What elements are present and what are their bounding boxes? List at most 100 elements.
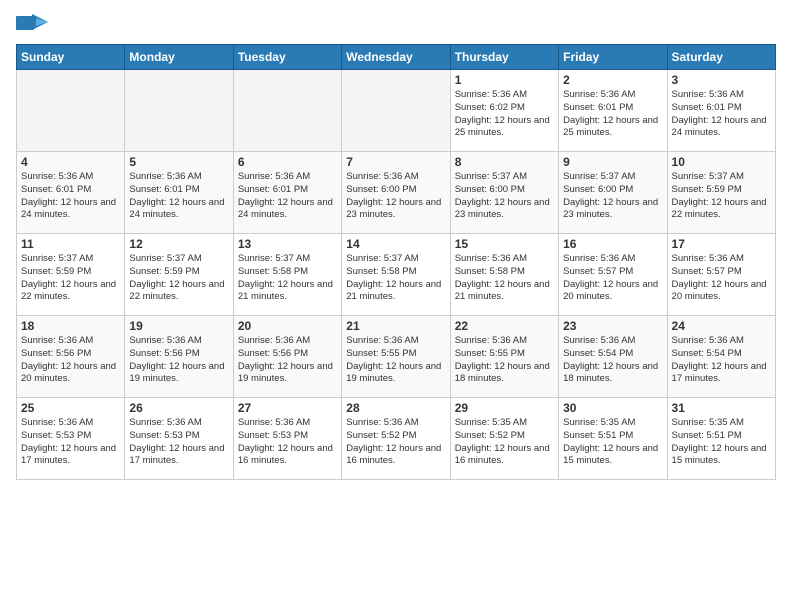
day-number: 1 <box>455 73 554 87</box>
day-info: Sunrise: 5:36 AMSunset: 6:02 PMDaylight:… <box>455 89 554 140</box>
logo-icon <box>16 12 48 38</box>
calendar-table: SundayMondayTuesdayWednesdayThursdayFrid… <box>16 44 776 480</box>
calendar-header-wednesday: Wednesday <box>342 45 450 70</box>
day-info: Sunrise: 5:36 AMSunset: 5:53 PMDaylight:… <box>129 417 228 468</box>
calendar-week-1: 1 Sunrise: 5:36 AMSunset: 6:02 PMDaylight… <box>17 70 776 152</box>
calendar-header-monday: Monday <box>125 45 233 70</box>
day-number: 28 <box>346 401 445 415</box>
calendar-cell: 6 Sunrise: 5:36 AMSunset: 6:01 PMDaylight… <box>233 152 341 234</box>
day-number: 2 <box>563 73 662 87</box>
calendar-cell: 30 Sunrise: 5:35 AMSunset: 5:51 PMDayligh… <box>559 398 667 480</box>
day-number: 29 <box>455 401 554 415</box>
calendar-cell: 20 Sunrise: 5:36 AMSunset: 5:56 PMDayligh… <box>233 316 341 398</box>
day-number: 15 <box>455 237 554 251</box>
day-number: 20 <box>238 319 337 333</box>
logo <box>16 12 50 38</box>
calendar-cell: 24 Sunrise: 5:36 AMSunset: 5:54 PMDayligh… <box>667 316 775 398</box>
day-info: Sunrise: 5:36 AMSunset: 5:57 PMDaylight:… <box>563 253 662 304</box>
calendar-header-row: SundayMondayTuesdayWednesdayThursdayFrid… <box>17 45 776 70</box>
day-info: Sunrise: 5:35 AMSunset: 5:51 PMDaylight:… <box>672 417 771 468</box>
day-info: Sunrise: 5:36 AMSunset: 5:56 PMDaylight:… <box>21 335 120 386</box>
calendar-cell: 12 Sunrise: 5:37 AMSunset: 5:59 PMDayligh… <box>125 234 233 316</box>
day-number: 13 <box>238 237 337 251</box>
day-number: 14 <box>346 237 445 251</box>
calendar-week-2: 4 Sunrise: 5:36 AMSunset: 6:01 PMDaylight… <box>17 152 776 234</box>
day-number: 25 <box>21 401 120 415</box>
day-number: 7 <box>346 155 445 169</box>
calendar-cell: 7 Sunrise: 5:36 AMSunset: 6:00 PMDaylight… <box>342 152 450 234</box>
calendar-cell: 13 Sunrise: 5:37 AMSunset: 5:58 PMDayligh… <box>233 234 341 316</box>
calendar-cell: 15Sunrise: 5:36 AMSunset: 5:58 PMDayligh… <box>450 234 558 316</box>
calendar-cell: 27 Sunrise: 5:36 AMSunset: 5:53 PMDayligh… <box>233 398 341 480</box>
day-info: Sunrise: 5:36 AMSunset: 6:01 PMDaylight:… <box>21 171 120 222</box>
day-info: Sunrise: 5:37 AMSunset: 5:59 PMDaylight:… <box>129 253 228 304</box>
day-number: 23 <box>563 319 662 333</box>
calendar-cell: 31 Sunrise: 5:35 AMSunset: 5:51 PMDayligh… <box>667 398 775 480</box>
day-info: Sunrise: 5:36 AMSunset: 5:55 PMDaylight:… <box>455 335 554 386</box>
day-number: 12 <box>129 237 228 251</box>
day-number: 6 <box>238 155 337 169</box>
calendar-week-3: 11Sunrise: 5:37 AMSunset: 5:59 PMDayligh… <box>17 234 776 316</box>
day-number: 16 <box>563 237 662 251</box>
day-number: 31 <box>672 401 771 415</box>
calendar-cell: 5Sunrise: 5:36 AMSunset: 6:01 PMDaylight… <box>125 152 233 234</box>
calendar-cell: 28Sunrise: 5:36 AMSunset: 5:52 PMDayligh… <box>342 398 450 480</box>
day-number: 21 <box>346 319 445 333</box>
day-number: 19 <box>129 319 228 333</box>
calendar-cell: 18Sunrise: 5:36 AMSunset: 5:56 PMDayligh… <box>17 316 125 398</box>
day-info: Sunrise: 5:36 AMSunset: 5:56 PMDaylight:… <box>129 335 228 386</box>
day-number: 24 <box>672 319 771 333</box>
calendar-cell: 26 Sunrise: 5:36 AMSunset: 5:53 PMDayligh… <box>125 398 233 480</box>
day-info: Sunrise: 5:37 AMSunset: 5:58 PMDaylight:… <box>238 253 337 304</box>
calendar-cell: 25 Sunrise: 5:36 AMSunset: 5:53 PMDayligh… <box>17 398 125 480</box>
calendar-cell <box>125 70 233 152</box>
day-info: Sunrise: 5:36 AMSunset: 5:53 PMDaylight:… <box>21 417 120 468</box>
calendar-cell: 2 Sunrise: 5:36 AMSunset: 6:01 PMDaylight… <box>559 70 667 152</box>
calendar-cell: 22Sunrise: 5:36 AMSunset: 5:55 PMDayligh… <box>450 316 558 398</box>
calendar-header-thursday: Thursday <box>450 45 558 70</box>
day-number: 3 <box>672 73 771 87</box>
day-info: Sunrise: 5:36 AMSunset: 6:01 PMDaylight:… <box>563 89 662 140</box>
calendar-cell <box>17 70 125 152</box>
calendar-cell: 14 Sunrise: 5:37 AMSunset: 5:58 PMDayligh… <box>342 234 450 316</box>
day-info: Sunrise: 5:36 AMSunset: 5:53 PMDaylight:… <box>238 417 337 468</box>
calendar-cell: 23 Sunrise: 5:36 AMSunset: 5:54 PMDayligh… <box>559 316 667 398</box>
calendar-cell: 9 Sunrise: 5:37 AMSunset: 6:00 PMDaylight… <box>559 152 667 234</box>
calendar-week-5: 25 Sunrise: 5:36 AMSunset: 5:53 PMDayligh… <box>17 398 776 480</box>
calendar-cell <box>233 70 341 152</box>
calendar-week-4: 18Sunrise: 5:36 AMSunset: 5:56 PMDayligh… <box>17 316 776 398</box>
day-info: Sunrise: 5:35 AMSunset: 5:51 PMDaylight:… <box>563 417 662 468</box>
day-info: Sunrise: 5:37 AMSunset: 5:59 PMDaylight:… <box>21 253 120 304</box>
day-info: Sunrise: 5:36 AMSunset: 6:00 PMDaylight:… <box>346 171 445 222</box>
day-number: 17 <box>672 237 771 251</box>
calendar-cell: 10Sunrise: 5:37 AMSunset: 5:59 PMDayligh… <box>667 152 775 234</box>
day-info: Sunrise: 5:36 AMSunset: 5:54 PMDaylight:… <box>563 335 662 386</box>
calendar-cell: 21Sunrise: 5:36 AMSunset: 5:55 PMDayligh… <box>342 316 450 398</box>
calendar-cell: 8 Sunrise: 5:37 AMSunset: 6:00 PMDaylight… <box>450 152 558 234</box>
calendar-cell: 16 Sunrise: 5:36 AMSunset: 5:57 PMDayligh… <box>559 234 667 316</box>
calendar-cell: 17Sunrise: 5:36 AMSunset: 5:57 PMDayligh… <box>667 234 775 316</box>
day-number: 27 <box>238 401 337 415</box>
day-number: 30 <box>563 401 662 415</box>
day-info: Sunrise: 5:36 AMSunset: 6:01 PMDaylight:… <box>238 171 337 222</box>
day-number: 26 <box>129 401 228 415</box>
day-info: Sunrise: 5:36 AMSunset: 6:01 PMDaylight:… <box>672 89 771 140</box>
day-number: 4 <box>21 155 120 169</box>
day-number: 8 <box>455 155 554 169</box>
calendar-cell: 11Sunrise: 5:37 AMSunset: 5:59 PMDayligh… <box>17 234 125 316</box>
calendar-cell <box>342 70 450 152</box>
calendar-header-tuesday: Tuesday <box>233 45 341 70</box>
day-info: Sunrise: 5:37 AMSunset: 6:00 PMDaylight:… <box>455 171 554 222</box>
calendar-cell: 4 Sunrise: 5:36 AMSunset: 6:01 PMDaylight… <box>17 152 125 234</box>
day-info: Sunrise: 5:37 AMSunset: 5:59 PMDaylight:… <box>672 171 771 222</box>
day-info: Sunrise: 5:36 AMSunset: 5:56 PMDaylight:… <box>238 335 337 386</box>
day-number: 5 <box>129 155 228 169</box>
calendar-header-sunday: Sunday <box>17 45 125 70</box>
day-info: Sunrise: 5:36 AMSunset: 5:54 PMDaylight:… <box>672 335 771 386</box>
day-info: Sunrise: 5:37 AMSunset: 5:58 PMDaylight:… <box>346 253 445 304</box>
day-info: Sunrise: 5:37 AMSunset: 6:00 PMDaylight:… <box>563 171 662 222</box>
calendar-cell: 19 Sunrise: 5:36 AMSunset: 5:56 PMDayligh… <box>125 316 233 398</box>
day-number: 9 <box>563 155 662 169</box>
calendar-cell: 1 Sunrise: 5:36 AMSunset: 6:02 PMDaylight… <box>450 70 558 152</box>
header <box>16 12 776 38</box>
